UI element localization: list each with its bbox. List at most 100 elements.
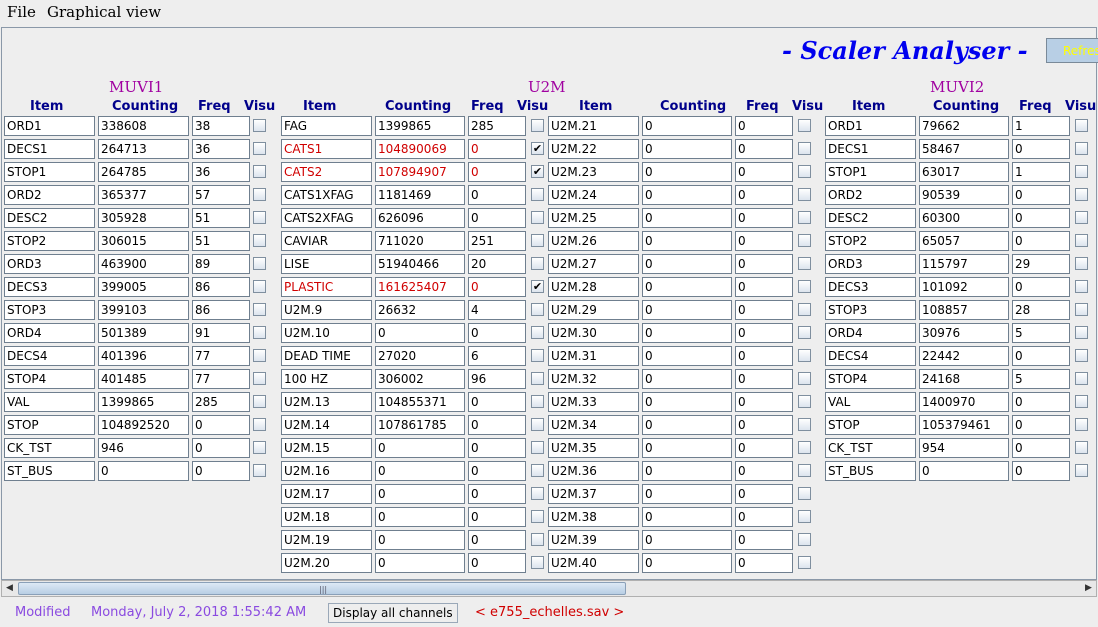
item-field[interactable]: U2M.38 (548, 507, 639, 527)
visu-checkbox[interactable] (798, 418, 811, 431)
item-field[interactable]: U2M.26 (548, 231, 639, 251)
counting-field[interactable]: 0 (98, 461, 189, 481)
visu-checkbox[interactable] (531, 510, 544, 523)
counting-field[interactable]: 0 (375, 438, 465, 458)
freq-field[interactable]: 86 (192, 300, 250, 320)
visu-checkbox[interactable] (798, 119, 811, 132)
visu-checkbox[interactable] (1075, 395, 1088, 408)
freq-field[interactable]: 1 (1012, 116, 1070, 136)
item-field[interactable]: U2M.29 (548, 300, 639, 320)
visu-checkbox[interactable] (531, 395, 544, 408)
item-field[interactable]: U2M.20 (281, 553, 372, 573)
freq-field[interactable]: 0 (735, 461, 793, 481)
freq-field[interactable]: 20 (468, 254, 526, 274)
counting-field[interactable]: 0 (642, 277, 732, 297)
item-field[interactable]: CATS1XFAG (281, 185, 372, 205)
freq-field[interactable]: 0 (468, 162, 526, 182)
counting-field[interactable]: 399005 (98, 277, 189, 297)
item-field[interactable]: U2M.9 (281, 300, 372, 320)
counting-field[interactable]: 107861785 (375, 415, 465, 435)
counting-field[interactable]: 306015 (98, 231, 189, 251)
item-field[interactable]: DESC2 (4, 208, 95, 228)
visu-checkbox[interactable] (531, 211, 544, 224)
visu-checkbox[interactable] (798, 165, 811, 178)
item-field[interactable]: ORD1 (825, 116, 916, 136)
counting-field[interactable]: 0 (375, 323, 465, 343)
item-field[interactable]: U2M.37 (548, 484, 639, 504)
freq-field[interactable]: 0 (468, 415, 526, 435)
freq-field[interactable]: 0 (192, 415, 250, 435)
counting-field[interactable]: 101092 (919, 277, 1009, 297)
freq-field[interactable]: 0 (735, 346, 793, 366)
item-field[interactable]: U2M.35 (548, 438, 639, 458)
item-field[interactable]: STOP (825, 415, 916, 435)
visu-checkbox[interactable] (798, 303, 811, 316)
visu-checkbox[interactable] (531, 464, 544, 477)
item-field[interactable]: CAVIAR (281, 231, 372, 251)
counting-field[interactable]: 104855371 (375, 392, 465, 412)
visu-checkbox[interactable] (1075, 165, 1088, 178)
counting-field[interactable]: 0 (642, 116, 732, 136)
item-field[interactable]: ORD2 (4, 185, 95, 205)
freq-field[interactable]: 57 (192, 185, 250, 205)
freq-field[interactable]: 0 (735, 185, 793, 205)
menu-graphical-view[interactable]: Graphical view (47, 3, 161, 21)
counting-field[interactable]: 0 (375, 484, 465, 504)
freq-field[interactable]: 0 (468, 208, 526, 228)
item-field[interactable]: U2M.13 (281, 392, 372, 412)
visu-checkbox[interactable] (253, 165, 266, 178)
freq-field[interactable]: 0 (1012, 392, 1070, 412)
item-field[interactable]: U2M.39 (548, 530, 639, 550)
freq-field[interactable]: 1 (1012, 162, 1070, 182)
freq-field[interactable]: 0 (735, 231, 793, 251)
counting-field[interactable]: 58467 (919, 139, 1009, 159)
freq-field[interactable]: 251 (468, 231, 526, 251)
visu-checkbox[interactable] (531, 418, 544, 431)
item-field[interactable]: CATS2XFAG (281, 208, 372, 228)
item-field[interactable]: U2M.34 (548, 415, 639, 435)
visu-checkbox[interactable] (798, 510, 811, 523)
visu-checkbox[interactable] (798, 441, 811, 454)
item-field[interactable]: DECS1 (4, 139, 95, 159)
visu-checkbox[interactable] (798, 372, 811, 385)
item-field[interactable]: ORD4 (4, 323, 95, 343)
counting-field[interactable]: 105379461 (919, 415, 1009, 435)
freq-field[interactable]: 0 (735, 484, 793, 504)
counting-field[interactable]: 401485 (98, 369, 189, 389)
visu-checkbox[interactable] (798, 326, 811, 339)
item-field[interactable]: STOP4 (825, 369, 916, 389)
scroll-left-icon[interactable]: ◀ (2, 581, 17, 596)
visu-checkbox[interactable]: ✔ (531, 165, 544, 178)
freq-field[interactable]: 0 (468, 277, 526, 297)
counting-field[interactable]: 108857 (919, 300, 1009, 320)
visu-checkbox[interactable] (253, 303, 266, 316)
counting-field[interactable]: 0 (642, 438, 732, 458)
item-field[interactable]: CATS2 (281, 162, 372, 182)
item-field[interactable]: ST_BUS (825, 461, 916, 481)
counting-field[interactable]: 626096 (375, 208, 465, 228)
item-field[interactable]: STOP2 (4, 231, 95, 251)
freq-field[interactable]: 0 (1012, 139, 1070, 159)
visu-checkbox[interactable] (798, 533, 811, 546)
freq-field[interactable]: 6 (468, 346, 526, 366)
item-field[interactable]: U2M.23 (548, 162, 639, 182)
counting-field[interactable]: 463900 (98, 254, 189, 274)
visu-checkbox[interactable] (1075, 211, 1088, 224)
freq-field[interactable]: 0 (735, 323, 793, 343)
item-field[interactable]: CK_TST (4, 438, 95, 458)
item-field[interactable]: PLASTIC (281, 277, 372, 297)
visu-checkbox[interactable] (1075, 119, 1088, 132)
freq-field[interactable]: 0 (735, 162, 793, 182)
item-field[interactable]: U2M.18 (281, 507, 372, 527)
freq-field[interactable]: 0 (468, 139, 526, 159)
item-field[interactable]: U2M.15 (281, 438, 372, 458)
freq-field[interactable]: 29 (1012, 254, 1070, 274)
freq-field[interactable]: 0 (735, 369, 793, 389)
visu-checkbox[interactable] (1075, 303, 1088, 316)
counting-field[interactable]: 24168 (919, 369, 1009, 389)
counting-field[interactable]: 63017 (919, 162, 1009, 182)
visu-checkbox[interactable] (1075, 464, 1088, 477)
visu-checkbox[interactable] (798, 142, 811, 155)
item-field[interactable]: DECS3 (4, 277, 95, 297)
item-field[interactable]: ORD1 (4, 116, 95, 136)
